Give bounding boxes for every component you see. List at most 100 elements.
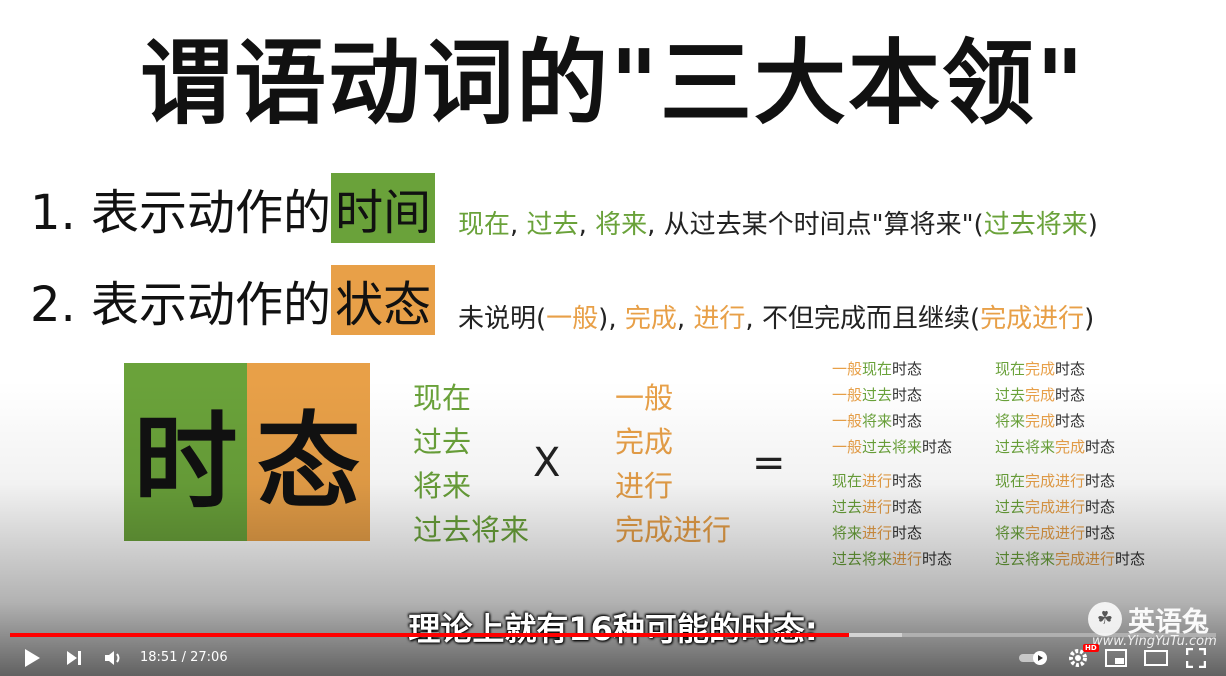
- tense-segment: 进行: [892, 550, 923, 568]
- tense-segment: 进行: [862, 498, 893, 516]
- desc2-segment: 未说明(: [458, 304, 547, 334]
- desc1-segment: 过去: [526, 210, 579, 240]
- times-item: 现在: [413, 381, 472, 415]
- tense-segment: 时态: [922, 550, 953, 568]
- tense-segment: 完成: [1055, 438, 1086, 456]
- desc2-segment: , 不但完成而且继续(: [745, 304, 981, 334]
- tense-item: 过去将来完成进行时态: [995, 546, 1145, 572]
- play-button[interactable]: [14, 640, 50, 676]
- rabbit-logo-icon: ☘: [1088, 602, 1122, 636]
- progress-bar[interactable]: [10, 633, 1216, 637]
- tense-item: 一般将来时态: [832, 408, 952, 434]
- point-two-highlight: 状态: [331, 265, 436, 335]
- tense-list-perfect: 现在完成时态 过去完成时态 将来完成时态 过去将来完成时态: [995, 356, 1115, 460]
- tense-item: 过去完成时态: [995, 382, 1115, 408]
- point-two-prefix: 2. 表示动作的: [30, 277, 332, 333]
- times-item: 过去: [413, 425, 472, 459]
- tense-segment: 一般: [832, 412, 863, 430]
- tense-segment: 时态: [892, 360, 923, 378]
- desc1-segment: 现在: [458, 210, 511, 240]
- tense-segment: 时态: [892, 524, 923, 542]
- tense-segment: 将来: [995, 412, 1026, 430]
- tense-segment: 现在: [832, 472, 863, 490]
- tense-item: 过去将来完成时态: [995, 434, 1115, 460]
- point-two-description: 未说明(一般), 完成, 进行, 不但完成而且继续(完成进行): [458, 298, 1094, 335]
- tense-item: 现在完成时态: [995, 356, 1115, 382]
- tense-segment: 一般: [832, 438, 863, 456]
- tense-segment: 完成进行: [1055, 550, 1116, 568]
- tense-item: 过去将来进行时态: [832, 546, 952, 572]
- tense-item: 将来进行时态: [832, 520, 952, 546]
- tense-segment: 过去将来: [995, 550, 1056, 568]
- desc1-segment: ): [1087, 210, 1098, 240]
- theater-mode-icon: [1144, 650, 1168, 666]
- tense-segment: 过去: [995, 498, 1026, 516]
- tense-item: 一般过去将来时态: [832, 434, 952, 460]
- times-list: 现在 过去 将来 过去将来: [413, 376, 529, 552]
- tense-segment: 过去: [832, 498, 863, 516]
- tense-segment: 进行: [862, 524, 893, 542]
- desc1-segment: , 从过去某个时间点"算将来"(: [647, 210, 984, 240]
- tense-box-state: 态: [247, 363, 370, 541]
- progress-played: [10, 633, 849, 637]
- desc1-segment: 将来: [595, 210, 648, 240]
- times-item: 将来: [413, 469, 472, 503]
- tense-segment: 时态: [1055, 386, 1086, 404]
- tense-box: 时 态: [124, 363, 370, 541]
- desc2-segment: ,: [676, 304, 694, 334]
- point-two: 2. 表示动作的状态: [30, 265, 436, 343]
- tense-item: 过去完成进行时态: [995, 494, 1145, 520]
- tense-segment: 时态: [892, 498, 923, 516]
- hd-badge: HD: [1083, 644, 1099, 652]
- tense-segment: 时态: [1085, 472, 1116, 490]
- tense-segment: 现在: [862, 360, 893, 378]
- times-item: 过去将来: [413, 513, 530, 547]
- next-button[interactable]: [56, 640, 92, 676]
- video-frame[interactable]: 谓语动词的"三大本领" 1. 表示动作的时间 现在, 过去, 将来, 从过去某个…: [0, 0, 1226, 676]
- tense-segment: 完成进行: [1025, 524, 1086, 542]
- tense-segment: 时态: [892, 472, 923, 490]
- autoplay-toggle[interactable]: [1014, 640, 1054, 676]
- tense-segment: 现在: [995, 472, 1026, 490]
- volume-icon: [105, 651, 120, 665]
- tense-segment: 时态: [1055, 360, 1086, 378]
- tense-item: 现在进行时态: [832, 468, 952, 494]
- miniplayer-button[interactable]: [1098, 640, 1134, 676]
- fullscreen-button[interactable]: [1178, 640, 1214, 676]
- tense-list-perfect-progressive: 现在完成进行时态 过去完成进行时态 将来完成进行时态 过去将来完成进行时态: [995, 468, 1145, 572]
- tense-segment: 时态: [1115, 550, 1146, 568]
- desc2-segment: ),: [598, 304, 625, 334]
- tense-segment: 过去: [995, 386, 1026, 404]
- point-one-highlight: 时间: [331, 173, 436, 243]
- tense-segment: 将来: [832, 524, 863, 542]
- tense-segment: 过去将来: [995, 438, 1056, 456]
- point-one-description: 现在, 过去, 将来, 从过去某个时间点"算将来"(过去将来): [458, 204, 1098, 241]
- tense-item: 过去进行时态: [832, 494, 952, 520]
- states-item: 完成进行: [615, 513, 732, 547]
- volume-button[interactable]: [96, 640, 132, 676]
- duration: 27:06: [190, 650, 228, 665]
- tense-segment: 将来: [862, 412, 893, 430]
- tense-item: 一般过去时态: [832, 382, 952, 408]
- miniplayer-icon: [1105, 649, 1127, 667]
- desc2-segment: 进行: [693, 304, 746, 334]
- states-item: 一般: [615, 381, 674, 415]
- tense-segment: 时态: [892, 386, 923, 404]
- current-time: 18:51: [140, 650, 178, 665]
- tense-segment: 完成: [1025, 412, 1056, 430]
- states-list: 一般 完成 进行 完成进行: [615, 376, 731, 552]
- states-item: 进行: [615, 469, 674, 503]
- tense-segment: 时态: [1085, 438, 1116, 456]
- tense-segment: 将来: [995, 524, 1026, 542]
- theater-mode-button[interactable]: [1138, 640, 1174, 676]
- tense-item: 将来完成时态: [995, 408, 1115, 434]
- tense-segment: 现在: [995, 360, 1026, 378]
- player-controls: 18:51 / 27:06 HD: [0, 640, 1226, 676]
- tense-segment: 时态: [892, 412, 923, 430]
- equals-sign: =: [752, 440, 786, 486]
- tense-item: 将来完成进行时态: [995, 520, 1145, 546]
- tense-item: 一般现在时态: [832, 356, 952, 382]
- tense-list-progressive: 现在进行时态 过去进行时态 将来进行时态 过去将来进行时态: [832, 468, 952, 572]
- tense-list-simple: 一般现在时态 一般过去时态 一般将来时态 一般过去将来时态: [832, 356, 952, 460]
- desc1-segment: ,: [510, 210, 527, 240]
